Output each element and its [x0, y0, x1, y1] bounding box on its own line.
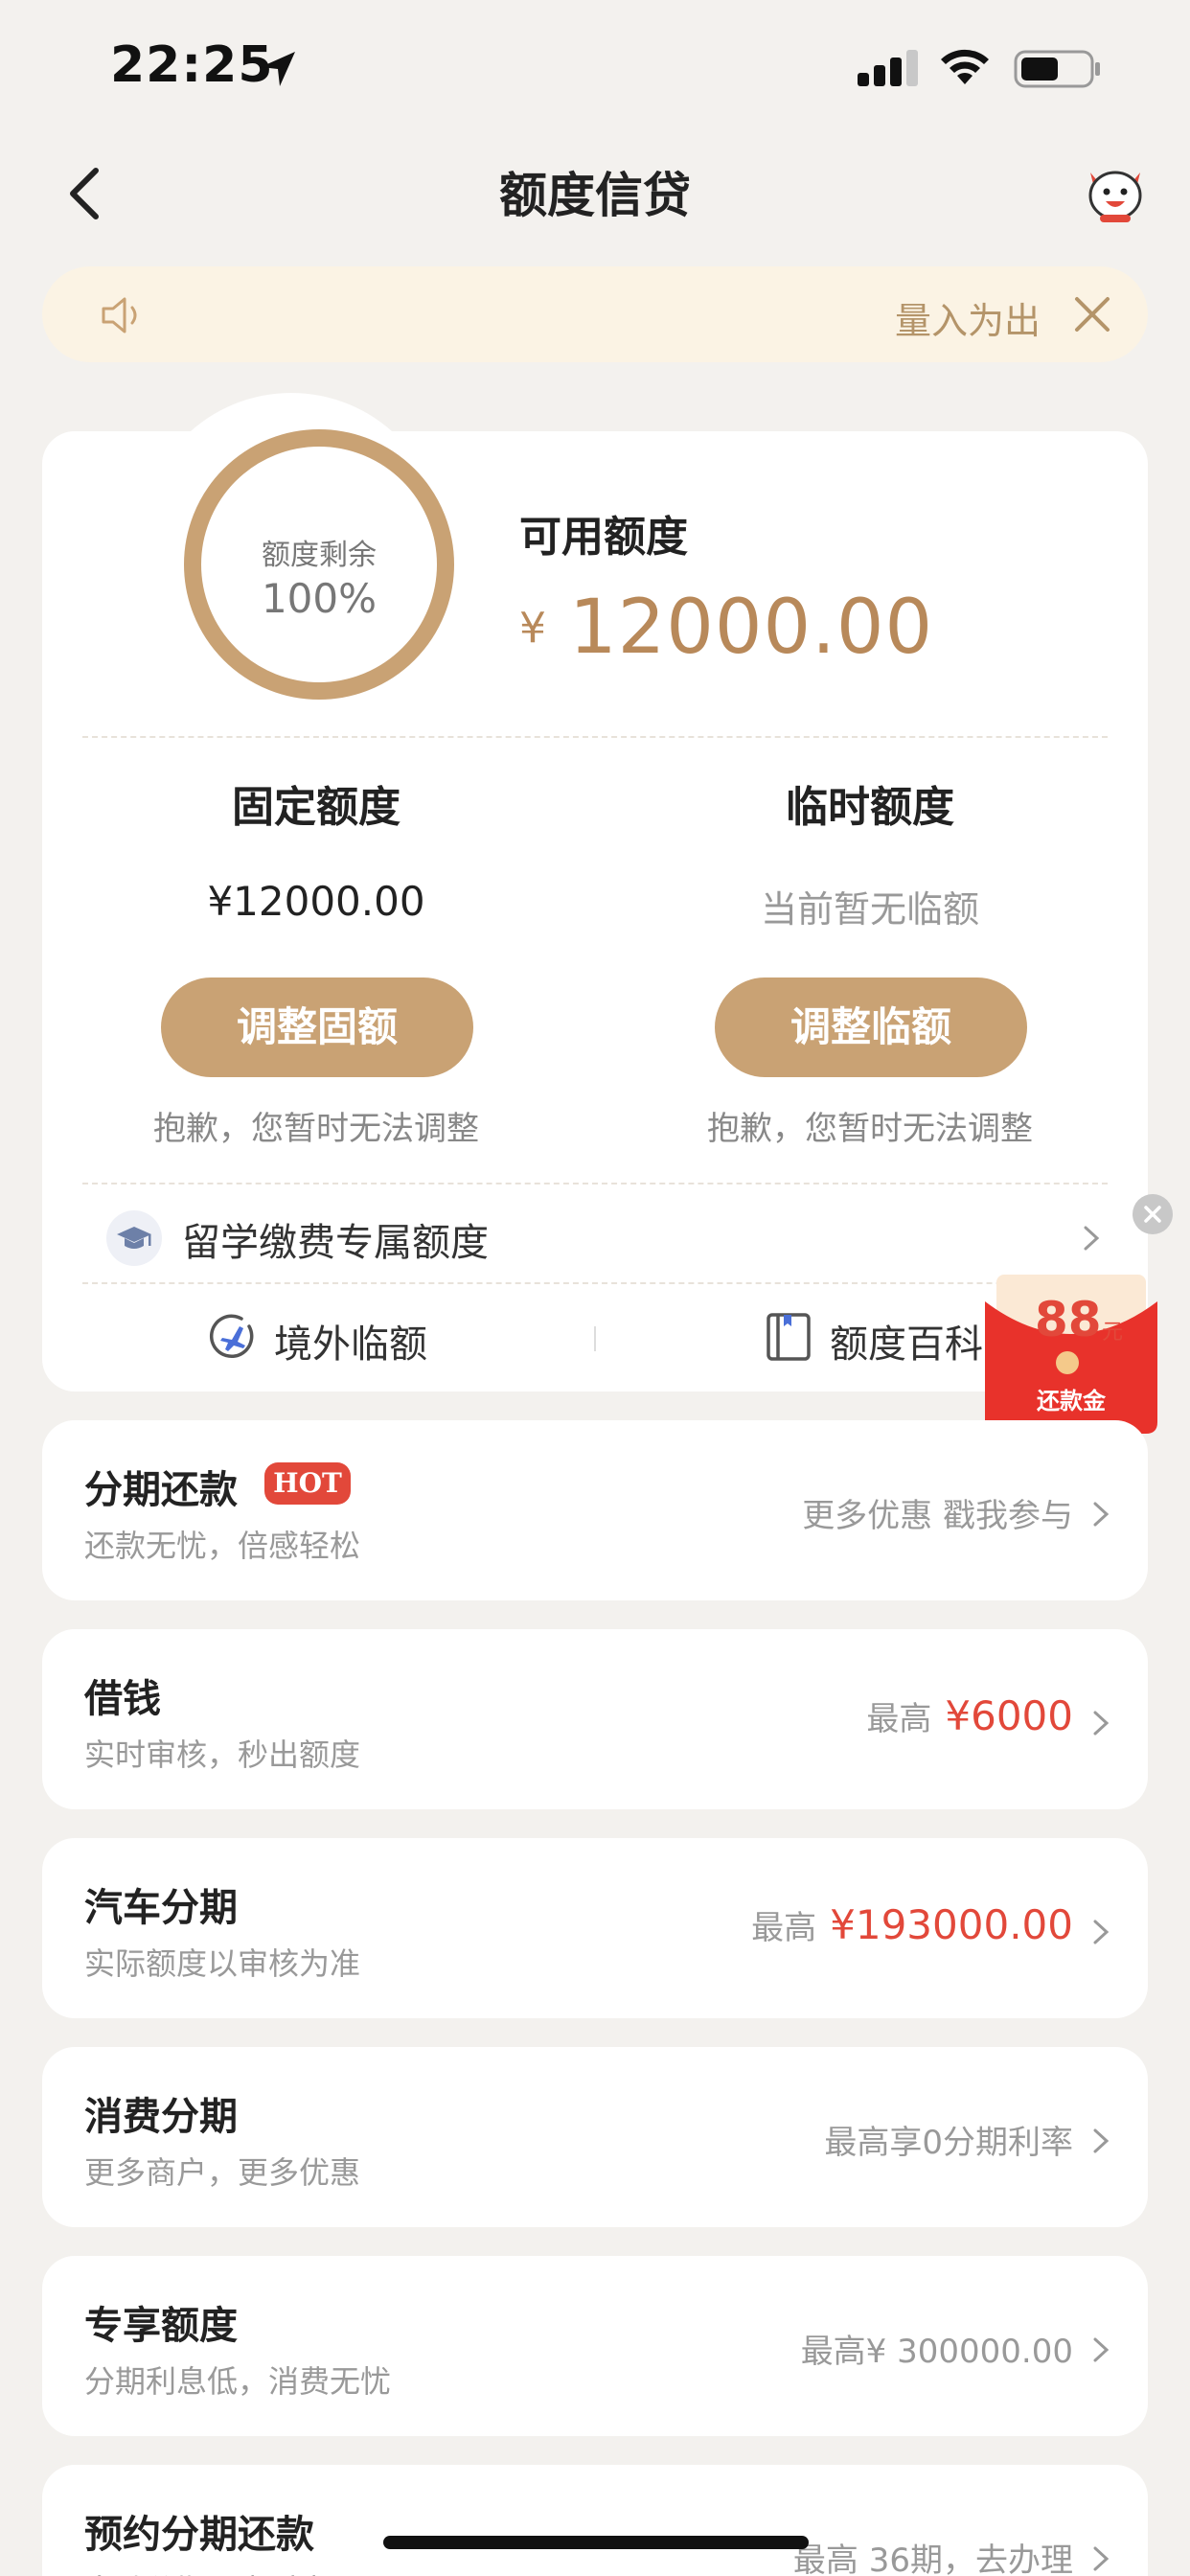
fixed-limit-title: 固定额度 — [232, 783, 400, 832]
list-item-scheduled-installment[interactable]: 预约分期还款 自动分期，省时省心 最高 36期，去办理 — [42, 2465, 1148, 2576]
list-item-right-text: 最高享0分期利率 — [824, 2124, 1073, 2162]
nav-bar: 额度信贷 — [0, 134, 1190, 249]
temp-limit-status: 当前暂无临额 — [760, 888, 979, 931]
close-icon[interactable] — [1071, 293, 1113, 335]
chevron-right-icon — [1093, 1920, 1110, 1944]
list-item-subtitle: 更多商户，更多优惠 — [84, 2154, 361, 2191]
list-item-title: 专享额度 — [84, 2304, 238, 2348]
fixed-limit-amount: ¥12000.00 — [207, 878, 425, 925]
list-item-right-text: 最高 ¥193000.00 — [751, 1901, 1073, 1948]
list-item-consumer-installment[interactable]: 消费分期 更多商户，更多优惠 最高享0分期利率 — [42, 2047, 1148, 2227]
page-title: 额度信贷 — [499, 168, 691, 223]
mascot-icon[interactable] — [1081, 157, 1150, 226]
list-item-title: 借钱 — [84, 1677, 161, 1721]
chevron-right-icon — [1093, 2546, 1110, 2571]
available-currency: ¥ — [519, 604, 546, 653]
overseas-temp-limit-label: 境外临额 — [274, 1322, 427, 1367]
list-item-right-text: 最高 ¥6000 — [866, 1692, 1073, 1739]
wifi-icon — [941, 49, 989, 84]
temp-limit-note: 抱歉，您暂时无法调整 — [707, 1110, 1033, 1148]
status-bar: 22:25 — [0, 0, 1190, 134]
list-item-title: 预约分期还款 — [84, 2513, 314, 2557]
limit-encyclopedia-label: 额度百科 — [830, 1322, 983, 1367]
list-item-right-text: 更多优惠 戳我参与 — [802, 1497, 1073, 1535]
available-limit-label: 可用额度 — [519, 513, 688, 562]
envelope-unit: 元 — [1102, 1321, 1124, 1345]
divider — [594, 1326, 596, 1351]
notice-text: 量入为出 — [895, 300, 1039, 342]
list-item-subtitle: 自动分期，省时省心 — [84, 2566, 360, 2576]
divider — [82, 1183, 1108, 1184]
list-item-title: 分期还款 — [84, 1468, 238, 1512]
list-item-subtitle: 实际额度以审核为准 — [84, 1945, 361, 1982]
speaker-icon — [102, 297, 137, 334]
envelope-label: 还款金 — [1037, 1388, 1106, 1414]
list-item-right-text: 最高 36期，去办理 — [792, 2542, 1073, 2576]
chevron-right-icon — [1093, 1711, 1110, 1736]
chevron-right-icon — [1093, 2337, 1110, 2362]
graduation-cap-icon — [106, 1210, 162, 1266]
ring-value: 100% — [261, 575, 378, 622]
adjust-temp-button[interactable]: 调整临额 — [715, 978, 1027, 1077]
available-limit-amount: 12000.00 — [569, 585, 934, 671]
temp-limit-title: 临时额度 — [786, 783, 954, 832]
list-item-exclusive-limit[interactable]: 专享额度 分期利息低，消费无忧 最高¥ 300000.00 — [42, 2256, 1148, 2436]
fixed-limit-note: 抱歉，您暂时无法调整 — [153, 1110, 479, 1148]
adjust-fixed-button[interactable]: 调整固额 — [161, 978, 473, 1077]
battery-icon — [1014, 50, 1100, 88]
list-item-title: 汽车分期 — [84, 1886, 238, 1930]
hot-badge: HOT — [264, 1462, 351, 1505]
divider — [82, 1282, 1108, 1284]
list-item-max-amount: ¥193000.00 — [830, 1901, 1073, 1948]
chevron-right-icon — [1093, 2128, 1110, 2153]
list-item-car-installment[interactable]: 汽车分期 实际额度以审核为准 最高 ¥193000.00 — [42, 1838, 1148, 2018]
repayment-bonus-envelope[interactable]: 88 元 还款金 — [985, 1275, 1157, 1434]
envelope-amount: 88 — [1035, 1292, 1102, 1347]
list-item-prefix: 最高 — [751, 1909, 817, 1947]
chevron-right-icon — [1084, 1226, 1100, 1251]
study-abroad-limit-label: 留学缴费专属额度 — [182, 1221, 489, 1265]
close-icon — [1144, 1206, 1161, 1223]
list-item-prefix: 最高 — [866, 1700, 932, 1738]
list-item-subtitle: 分期利息低，消费无忧 — [84, 2363, 392, 2400]
book-icon — [767, 1313, 811, 1361]
ring-label: 额度剩余 — [262, 539, 377, 572]
cellular-signal-icon — [858, 50, 918, 86]
notice-bar[interactable]: 量入为出 — [42, 266, 1148, 362]
location-arrow-icon — [261, 52, 295, 86]
list-item-title: 消费分期 — [84, 2095, 238, 2139]
chevron-right-icon — [1093, 1502, 1110, 1527]
plane-circle-icon — [209, 1314, 254, 1359]
list-item-max-amount: ¥6000 — [945, 1692, 1073, 1739]
list-item-right-text: 最高¥ 300000.00 — [800, 2333, 1073, 2371]
study-abroad-limit-row[interactable]: 留学缴费专属额度 — [105, 1204, 1121, 1273]
list-item-borrow[interactable]: 借钱 实时审核，秒出额度 最高 ¥6000 — [42, 1629, 1148, 1809]
remaining-limit-ring: 额度剩余 100% — [184, 429, 454, 700]
divider — [82, 736, 1108, 738]
list-item-subtitle: 实时审核，秒出额度 — [84, 1736, 361, 1773]
home-indicator[interactable] — [383, 2536, 809, 2549]
float-close-button[interactable] — [1133, 1194, 1173, 1234]
list-item-installment-repay[interactable]: 分期还款 HOT 还款无忧，倍感轻松 更多优惠 戳我参与 — [42, 1420, 1148, 1600]
list-item-subtitle: 还款无忧，倍感轻松 — [84, 1528, 361, 1564]
status-time: 22:25 — [110, 36, 274, 94]
